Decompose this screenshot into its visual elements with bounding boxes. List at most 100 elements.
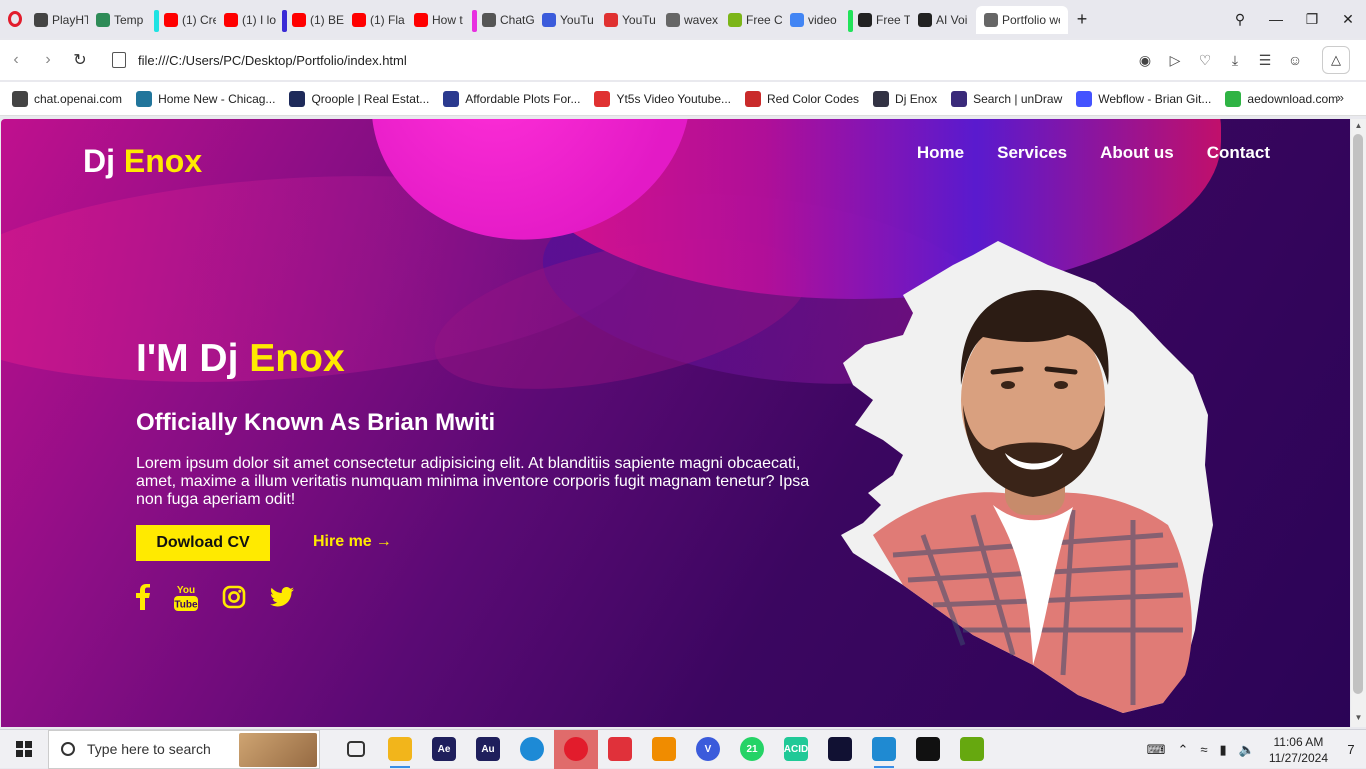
tab-group-marker[interactable]	[154, 10, 159, 32]
browser-tab[interactable]: Free C	[724, 6, 786, 34]
scrollbar-thumb[interactable]	[1353, 134, 1363, 694]
browser-tab[interactable]: PlayHT	[30, 6, 92, 34]
back-button[interactable]: ‹	[0, 51, 32, 69]
vlc-icon[interactable]	[642, 730, 686, 769]
capcut-icon[interactable]	[906, 730, 950, 769]
close-button[interactable]: ✕	[1330, 11, 1366, 28]
nav-about[interactable]: About us	[1100, 143, 1174, 163]
browser-tab[interactable]: AI Voi	[914, 6, 976, 34]
opera-menu-icon[interactable]	[0, 0, 30, 38]
search-tabs-icon[interactable]: ⚲	[1222, 11, 1258, 28]
notifications-icon[interactable]: 7	[1336, 730, 1366, 769]
bookmark-item[interactable]: chat.openai.com	[12, 90, 122, 107]
taskbar-search[interactable]: Type here to search	[48, 729, 320, 769]
acid-icon[interactable]: ACID	[774, 730, 818, 769]
clock[interactable]: 11:06 AM 11/27/2024	[1269, 734, 1328, 766]
maximize-button[interactable]: ❐	[1294, 11, 1330, 28]
bookmark-item[interactable]: aedownload.com	[1225, 90, 1339, 107]
download-cv-button[interactable]: Dowload CV	[136, 525, 270, 561]
bookmark-label: Affordable Plots For...	[465, 91, 581, 106]
site-nav: Home Services About us Contact	[917, 143, 1270, 163]
bookmark-item[interactable]: Affordable Plots For...	[443, 90, 581, 107]
tab-label: ChatG	[500, 13, 534, 27]
task-view-icon[interactable]	[334, 730, 378, 769]
heart-icon[interactable]: ♡	[1190, 52, 1220, 69]
browser-tab[interactable]: Portfolio we	[976, 6, 1068, 34]
ae-icon	[1225, 90, 1242, 107]
bookmark-item[interactable]: Red Color Codes	[745, 90, 859, 107]
whatsapp-icon[interactable]: 21	[730, 730, 774, 769]
globe-icon	[984, 13, 998, 27]
address-bar: ‹ › ↻ file:///C:/Users/PC/Desktop/Portfo…	[0, 40, 1366, 80]
browser-tab[interactable]: video	[786, 6, 848, 34]
bookmark-label: Qroople | Real Estat...	[311, 91, 430, 106]
file-explorer-icon[interactable]	[378, 730, 422, 769]
hero-description: Lorem ipsum dolor sit amet consectetur a…	[136, 455, 810, 508]
send-icon[interactable]: ▷	[1160, 52, 1190, 69]
browser-tab[interactable]: (1) BE	[282, 6, 348, 34]
browser-tab[interactable]: How t	[410, 6, 472, 34]
bookmark-item[interactable]: Qroople | Real Estat...	[289, 90, 430, 107]
notepad-icon[interactable]	[950, 730, 994, 769]
scroll-down-icon[interactable]: ▼	[1352, 713, 1365, 722]
tab-group-marker[interactable]	[282, 10, 287, 32]
after-effects-icon[interactable]: Ae	[422, 730, 466, 769]
download-icon[interactable]: ⤓	[1220, 52, 1250, 69]
browser-tab[interactable]: YouTu	[600, 6, 662, 34]
nav-contact[interactable]: Contact	[1207, 143, 1270, 163]
download-icon	[604, 13, 618, 27]
nav-services[interactable]: Services	[997, 143, 1067, 163]
start-button[interactable]	[0, 730, 48, 769]
site-logo[interactable]: Dj Enox	[83, 143, 202, 180]
browser-tab[interactable]: (1) I lo	[220, 6, 282, 34]
chevron-up-icon[interactable]: ⌃	[1177, 742, 1188, 758]
reload-button[interactable]: ↻	[64, 50, 96, 70]
bookmark-item[interactable]: Home New - Chicag...	[136, 90, 275, 107]
browser-tab[interactable]: Free T	[848, 6, 914, 34]
easy-setup-icon[interactable]: ☰	[1250, 52, 1280, 69]
edge-icon[interactable]	[510, 730, 554, 769]
nav-home[interactable]: Home	[917, 143, 964, 163]
browser-tab[interactable]: Temp	[92, 6, 154, 34]
bookmark-label: aedownload.com	[1247, 91, 1339, 106]
youtube-icon[interactable]: You Tube	[174, 583, 198, 611]
browser-tab[interactable]: YouTu	[538, 6, 600, 34]
facebook-icon[interactable]	[136, 584, 150, 610]
instagram-icon[interactable]	[222, 585, 246, 609]
extensions-icon[interactable]: △	[1322, 46, 1350, 74]
app-glyph	[564, 737, 588, 761]
keyboard-icon[interactable]: ⌨	[1147, 742, 1166, 758]
tab-label: (1) Fla	[370, 13, 405, 27]
browser-tab[interactable]: (1) Cre	[154, 6, 220, 34]
vscode-icon[interactable]	[862, 730, 906, 769]
profile-icon[interactable]: ☺	[1280, 52, 1310, 68]
forward-button[interactable]: ›	[32, 51, 64, 69]
bookmark-item[interactable]: Search | unDraw	[951, 90, 1062, 107]
app-glyph: V	[696, 737, 720, 761]
bookmark-item[interactable]: Yt5s Video Youtube...	[594, 90, 731, 107]
audio-wave-icon[interactable]	[818, 730, 862, 769]
more-bookmarks-icon[interactable]: »	[1337, 90, 1344, 105]
tab-group-marker[interactable]	[848, 10, 853, 32]
new-tab-button[interactable]: +	[1068, 9, 1096, 30]
app-glyph	[960, 737, 984, 761]
browser-tab[interactable]: (1) Fla	[348, 6, 410, 34]
wifi-icon[interactable]: ≈	[1200, 742, 1207, 757]
minimize-button[interactable]: —	[1258, 11, 1294, 27]
v-app-icon[interactable]: V	[686, 730, 730, 769]
volume-icon[interactable]: 🔈	[1239, 742, 1255, 758]
bookmark-item[interactable]: Webflow - Brian Git...	[1076, 90, 1211, 107]
browser-tab[interactable]: wavex	[662, 6, 724, 34]
scroll-up-icon[interactable]: ▲	[1352, 121, 1365, 130]
audition-icon[interactable]: Au	[466, 730, 510, 769]
twitter-icon[interactable]	[270, 587, 294, 607]
battery-icon[interactable]: ▮	[1219, 742, 1226, 758]
browser-tab[interactable]: ChatG	[472, 6, 538, 34]
url-field[interactable]: file:///C:/Users/PC/Desktop/Portfolio/in…	[138, 53, 407, 68]
bookmark-item[interactable]: Dj Enox	[873, 90, 937, 107]
opera-icon[interactable]	[554, 729, 598, 769]
camera-icon[interactable]: ◉	[1130, 52, 1160, 69]
screen-recorder-icon[interactable]	[598, 730, 642, 769]
tab-group-marker[interactable]	[472, 10, 477, 32]
hire-me-link[interactable]: Hire me →	[313, 533, 392, 551]
